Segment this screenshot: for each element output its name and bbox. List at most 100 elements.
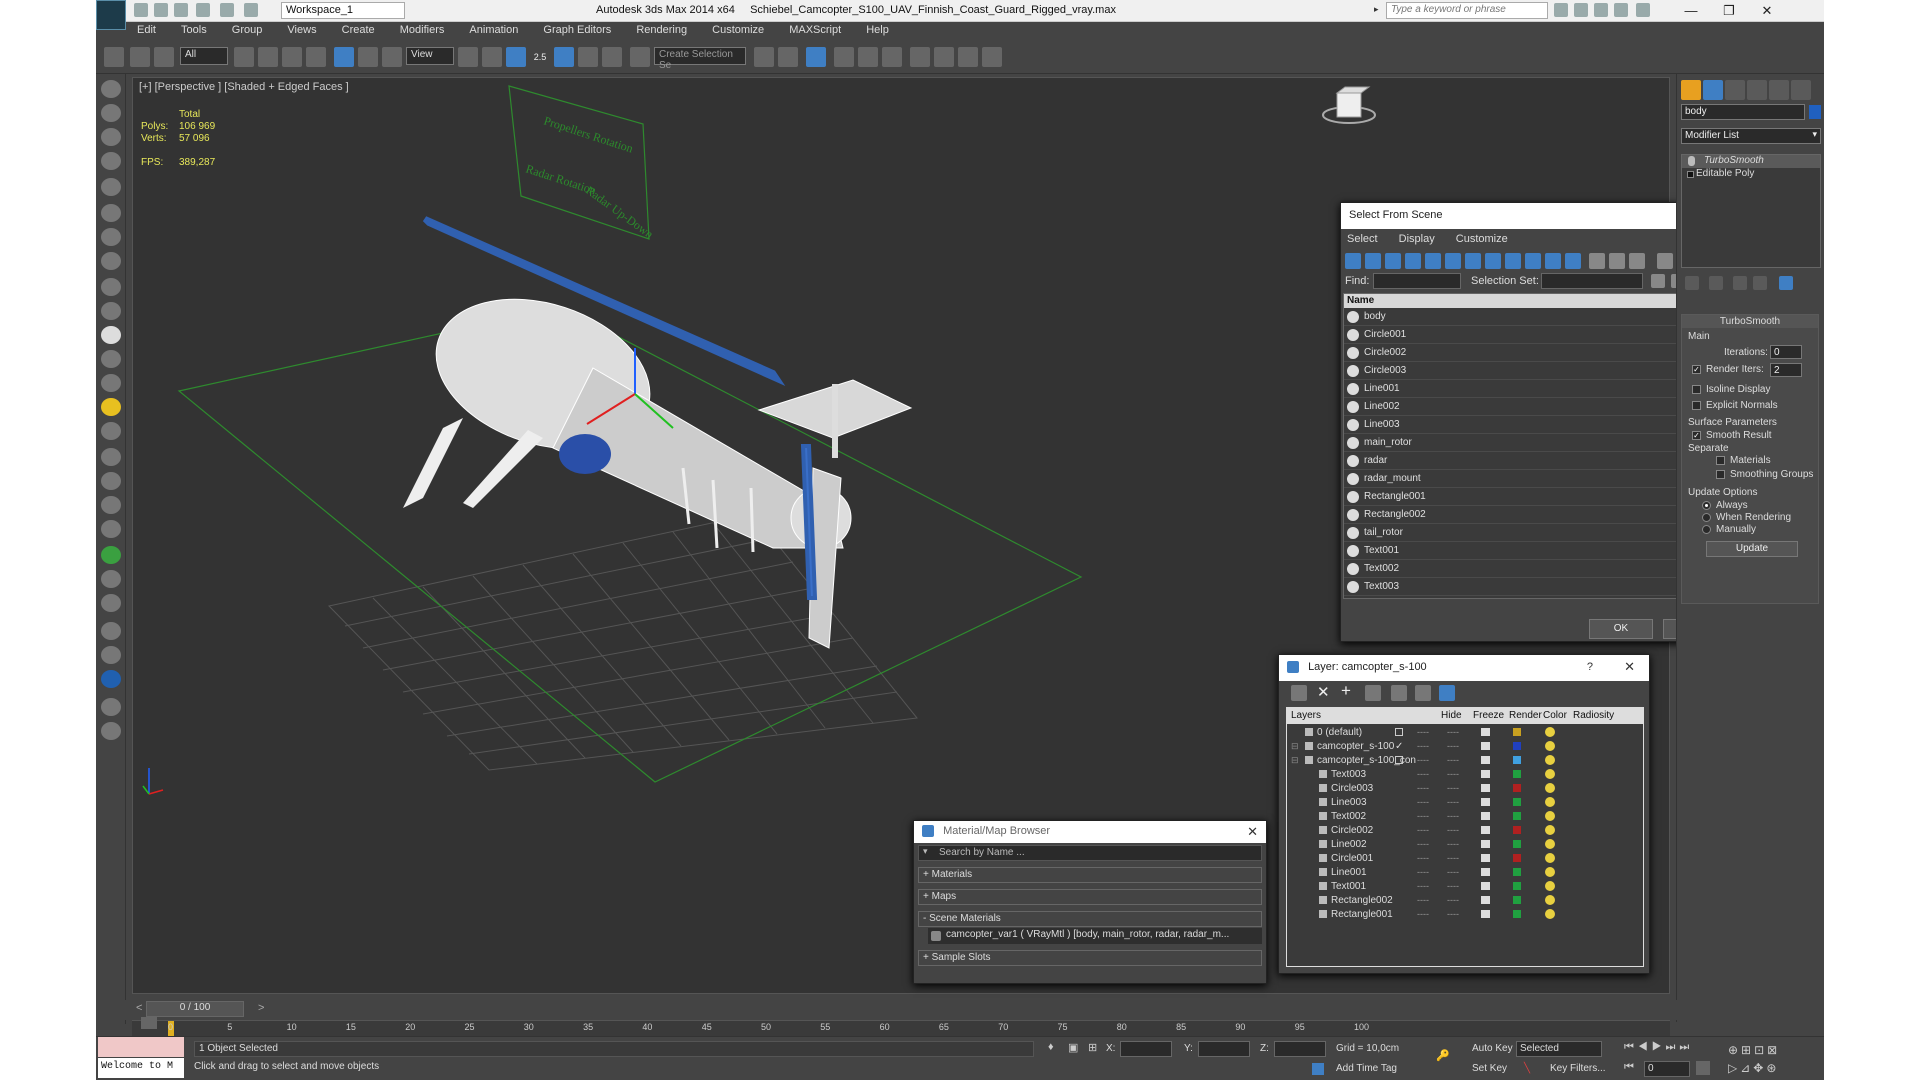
selected-key-dropdown[interactable]: Selected: [1516, 1041, 1602, 1057]
material-browser-titlebar[interactable]: Material/Map Browser ✕: [914, 821, 1266, 843]
display-frozen-icon[interactable]: [1545, 253, 1561, 269]
project-folder-icon[interactable]: [244, 3, 258, 17]
display-groups-icon[interactable]: [1465, 253, 1481, 269]
material-editor-icon[interactable]: [910, 47, 930, 67]
time-configuration-icon[interactable]: [1696, 1061, 1710, 1075]
render-teapot-icon[interactable]: [1481, 854, 1490, 862]
render-teapot-icon[interactable]: [1481, 728, 1490, 736]
layer-color-swatch[interactable]: [1513, 896, 1521, 904]
freeze-toggle[interactable]: ----: [1447, 906, 1459, 923]
motion-tab-icon[interactable]: [1747, 80, 1767, 100]
sfs-menu-select[interactable]: Select: [1347, 233, 1378, 245]
layer-color-swatch[interactable]: [1513, 728, 1521, 736]
layer-row[interactable]: Rectangle001 ---- ----: [1287, 906, 1639, 923]
render-teapot-icon[interactable]: [1481, 784, 1490, 792]
select-by-name-icon[interactable]: [258, 47, 278, 67]
layer-color-swatch[interactable]: [1513, 882, 1521, 890]
graphite-ribbon-icon[interactable]: [834, 47, 854, 67]
menu-create[interactable]: Create: [331, 22, 386, 38]
teapot-icon[interactable]: [101, 80, 121, 98]
layer-list[interactable]: Layers Hide Freeze Render Color Radiosit…: [1286, 707, 1644, 967]
display-hidden-icon[interactable]: [1565, 253, 1581, 269]
menu-modifiers[interactable]: Modifiers: [389, 22, 456, 38]
spinner-snap-icon[interactable]: [602, 47, 622, 67]
render-teapot-icon[interactable]: [1481, 742, 1490, 750]
render-setup-icon[interactable]: [934, 47, 954, 67]
active-layer-toggle[interactable]: [1395, 756, 1403, 764]
display-shapes-icon[interactable]: [1365, 253, 1381, 269]
explicit-normals-checkbox[interactable]: [1692, 401, 1701, 410]
radiosity-icon[interactable]: [1545, 853, 1555, 863]
delete-layer-icon[interactable]: ✕: [1317, 683, 1330, 701]
propellers-rotation-text[interactable]: Propellers Rotation: [542, 114, 635, 156]
radiosity-icon[interactable]: [1545, 881, 1555, 891]
menu-animation[interactable]: Animation: [458, 22, 529, 38]
help-icon[interactable]: ?: [1587, 661, 1593, 673]
table-icon[interactable]: [101, 128, 121, 146]
make-unique-icon[interactable]: [1733, 276, 1747, 290]
menu-group[interactable]: Group: [221, 22, 274, 38]
selection-filter-dropdown[interactable]: All: [180, 47, 228, 65]
helper-icon[interactable]: [101, 204, 121, 222]
playback-controls[interactable]: ⏮◀▶⏭⏭: [1624, 1041, 1693, 1054]
layer-color-swatch[interactable]: [1513, 854, 1521, 862]
active-layer-toggle[interactable]: [1395, 728, 1403, 736]
link-icon[interactable]: [104, 47, 124, 67]
keyboard-shortcut-override-icon[interactable]: [506, 47, 526, 67]
gear-icon[interactable]: [101, 594, 121, 612]
sphere-icon[interactable]: [101, 326, 121, 344]
render-teapot-icon[interactable]: [1481, 882, 1490, 890]
percent-snap-icon[interactable]: [578, 47, 598, 67]
radiosity-icon[interactable]: [1545, 741, 1555, 751]
rectangular-selection-icon[interactable]: [282, 47, 302, 67]
radiosity-icon[interactable]: [1545, 769, 1555, 779]
render-teapot-icon[interactable]: [1481, 798, 1490, 806]
hide-all-layers-icon[interactable]: [1415, 685, 1431, 701]
layer-manager-icon[interactable]: [806, 47, 826, 67]
display-xrefs-icon[interactable]: [1485, 253, 1501, 269]
menu-help[interactable]: Help: [855, 22, 900, 38]
redo-icon[interactable]: [220, 3, 234, 17]
render-teapot-icon[interactable]: [1481, 896, 1490, 904]
time-slider[interactable]: < 0 / 100 >: [96, 1000, 1824, 1020]
chevron-down-icon[interactable]: ▾: [923, 846, 928, 857]
display-none-icon[interactable]: [1609, 253, 1625, 269]
bowl-icon[interactable]: [101, 350, 121, 368]
viewport-config-icon[interactable]: [101, 646, 121, 664]
favorites-star-icon[interactable]: [1614, 3, 1628, 17]
close-icon[interactable]: ✕: [1247, 824, 1258, 840]
curve-editor-icon[interactable]: [858, 47, 878, 67]
communication-icon[interactable]: [1594, 3, 1608, 17]
show-end-result-icon[interactable]: [1709, 276, 1723, 290]
ball-icon[interactable]: [101, 422, 121, 440]
hemisphere-icon[interactable]: [101, 302, 121, 320]
mini-curve-editor-icon[interactable]: [141, 1017, 157, 1029]
save-file-icon[interactable]: [174, 3, 188, 17]
expand-icon[interactable]: [1687, 171, 1694, 178]
app-logo-icon[interactable]: [96, 0, 126, 30]
maxscript-listener-top[interactable]: [98, 1037, 184, 1057]
help-icon[interactable]: [1636, 3, 1650, 17]
default-in-out-tangent-icon[interactable]: ╲: [1524, 1063, 1530, 1074]
radiosity-icon[interactable]: [1545, 797, 1555, 807]
minimize-button[interactable]: —: [1672, 2, 1710, 20]
hair-icon[interactable]: [101, 570, 121, 588]
orb-icon[interactable]: [101, 622, 121, 640]
window-crossing-icon[interactable]: [306, 47, 326, 67]
current-frame-field[interactable]: 0: [1644, 1061, 1690, 1077]
render-teapot-icon[interactable]: [1481, 812, 1490, 820]
time-tag-icon[interactable]: [1312, 1063, 1324, 1075]
modifier-stack[interactable]: TurboSmooth Editable Poly: [1681, 154, 1821, 268]
menu-tools[interactable]: Tools: [170, 22, 218, 38]
set-key-button[interactable]: Set Key: [1472, 1063, 1507, 1074]
layer-color-swatch[interactable]: [1513, 910, 1521, 918]
render-iters-spinner[interactable]: 2: [1770, 363, 1802, 377]
materials-checkbox[interactable]: [1716, 456, 1725, 465]
col-radiosity[interactable]: Radiosity: [1573, 710, 1614, 721]
viewport-navigation-controls[interactable]: ⊕⊞⊡⊠ ▷⊿✥⊛: [1728, 1041, 1818, 1077]
named-selection-set-dropdown[interactable]: Create Selection Se: [654, 47, 746, 71]
question-icon[interactable]: [101, 722, 121, 740]
plant-icon[interactable]: [101, 546, 121, 564]
isoline-display-checkbox[interactable]: [1692, 385, 1701, 394]
layer-color-swatch[interactable]: [1513, 812, 1521, 820]
